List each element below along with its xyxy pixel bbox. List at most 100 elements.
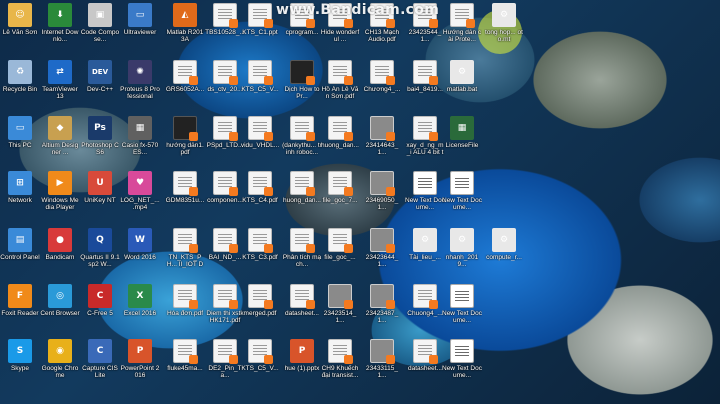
desktop-icon[interactable]: ⬇ Internet Downlo... (40, 0, 80, 57)
powerpoint-icon: P (128, 339, 152, 363)
desktop-icon[interactable]: DE2_Pin_Ta... (205, 336, 245, 393)
desktop-icon[interactable]: DEV Dev-C++ (80, 57, 120, 114)
desktop-icon-label: 23423487_1... (365, 310, 399, 324)
desktop-icon[interactable]: ♻ Recycle Bin (0, 57, 40, 114)
desktop-icon[interactable]: KTS_C5_V... (240, 57, 280, 114)
desktop-icon[interactable]: ☺ Lê Văn Sơn (0, 0, 40, 57)
desktop-icon[interactable]: ▭ Ultraviewer (120, 0, 160, 57)
proteus-icon: ✺ (128, 60, 152, 84)
desktop-icon[interactable]: file_goc_7... (320, 168, 360, 225)
desktop-icon[interactable]: Ps Photoshop CS6 (80, 113, 120, 170)
desktop-icon[interactable]: datasheet... (405, 336, 445, 393)
desktop-icon-label: New Text Docume... (442, 310, 482, 324)
desktop-icon[interactable]: P PowerPoint 2016 (120, 336, 160, 393)
desktop-icon[interactable]: ⚙ nhanh_2019... (442, 225, 482, 282)
desktop-icon[interactable]: F Foxit Reader (0, 281, 40, 338)
desktop-icon[interactable]: Q Quartus II 9.1sp2 W... (80, 225, 120, 282)
desktop-icon[interactable]: vidu_VHDL... (240, 113, 280, 170)
desktop-icon[interactable]: KTS_C4.pdf (240, 168, 280, 225)
desktop-icon[interactable]: W Word 2016 (120, 225, 160, 282)
desktop-icon[interactable]: Chương4_... (362, 57, 402, 114)
desktop-icon[interactable]: CH9 Khuếch đại transist... (320, 336, 360, 393)
desktop-icon[interactable]: KTS_C3.pdf (240, 225, 280, 282)
desktop-icon[interactable]: KTS_C1.ppt (240, 0, 280, 57)
desktop-icon[interactable]: ▤ Control Panel (0, 225, 40, 282)
desktop-icon[interactable]: componen... (205, 168, 245, 225)
desktop-icon[interactable]: Chuong4_... (405, 281, 445, 338)
desktop-icon[interactable]: Hướng dẫn cài Prote... (442, 0, 482, 57)
desktop-icon[interactable]: ▦ LicenseFile (442, 113, 482, 170)
desktop-icon[interactable]: bai4_8419... (405, 57, 445, 114)
desktop-icon-label: Photoshop CS6 (81, 142, 119, 156)
desktop-icon-label: Word 2016 (124, 254, 156, 261)
desktop-icon[interactable]: ⊞ Network (0, 168, 40, 225)
desktop-icon[interactable]: hướng dẫn1.pdf (165, 113, 205, 170)
desktop-icon[interactable]: ● Bandicam (40, 225, 80, 282)
desktop-icon-label: 23423644_1... (365, 254, 399, 268)
desktop-icon[interactable]: New Text Docume... (442, 168, 482, 225)
desktop-icon[interactable]: ◎ Cent Browser (40, 281, 80, 338)
desktop-icon[interactable]: KTS_C5_V... (240, 336, 280, 393)
desktop-icon[interactable]: 23433115_1... (362, 336, 402, 393)
desktop-icon-label: 23423544_1... (408, 29, 442, 43)
desktop-icon[interactable]: 23423644_1... (362, 225, 402, 282)
pdf-doc-icon (213, 339, 238, 364)
desktop-icon[interactable]: ▦ Casio fx-570ES... (120, 113, 160, 170)
desktop-icon[interactable]: S Skype (0, 336, 40, 393)
desktop-icon[interactable]: GRS6052A... (165, 57, 205, 114)
desktop-icon[interactable]: ⚙ matlab.bat (442, 57, 482, 114)
desktop-icon[interactable]: ▶ Windows Media Player (40, 168, 80, 225)
desktop-icon[interactable]: GDM8351u... (165, 168, 205, 225)
desktop-icon[interactable]: BAI_ND_... (205, 225, 245, 282)
desktop-icon[interactable]: ◭ Matlab R2013A (165, 0, 205, 57)
desktop-icon[interactable]: Dịch How to Pr... (282, 57, 322, 114)
desktop-icon[interactable]: Diem thi xstk HK171.pdf (205, 281, 245, 338)
desktop-icon[interactable]: 23423487_1... (362, 281, 402, 338)
desktop-icon[interactable]: New Text Docume... (442, 336, 482, 393)
desktop-icon[interactable]: cprogram... (282, 0, 322, 57)
desktop-icon[interactable]: Hide wonderful ... (320, 0, 360, 57)
desktop-icon[interactable]: 23423544_1... (405, 0, 445, 57)
desktop-icon[interactable]: ✺ Proteus 8 Professional (120, 57, 160, 114)
desktop-icon[interactable]: ♥ LOG_NET_... .mp4 (120, 168, 160, 225)
desktop-icon[interactable]: ds_ctv_20... (205, 57, 245, 114)
desktop-icon[interactable]: ⚙ tong hop... oto.mt (484, 0, 524, 57)
desktop-icon[interactable]: 23423514_1... (320, 281, 360, 338)
text-document-icon (413, 171, 437, 195)
desktop-icon[interactable]: New Text Docume... (442, 281, 482, 338)
desktop-icon[interactable]: merged.pdf (240, 281, 280, 338)
desktop-icon[interactable]: (dankythu... trinh roboc... (282, 113, 322, 170)
desktop-icon[interactable]: TBS10528_... (205, 0, 245, 57)
desktop-icon[interactable]: huong_dan... (320, 113, 360, 170)
unikey-icon: U (88, 171, 112, 195)
desktop-icon[interactable]: xay_d_ng_m_i ALU 4 bit th... (405, 113, 445, 170)
desktop-icon[interactable]: 23414643_1... (362, 113, 402, 170)
desktop-icon[interactable]: ⚙ Tài_lieu_... (405, 225, 445, 282)
desktop-icon[interactable]: U UniKey NT (80, 168, 120, 225)
desktop-icon[interactable]: PSpd_LTD... (205, 113, 245, 170)
desktop-icon[interactable]: ⚙ compute_r... (484, 225, 524, 282)
desktop-icon[interactable]: X Excel 2016 (120, 281, 160, 338)
desktop-icon-label: Code Compose... (80, 29, 120, 43)
desktop-icon[interactable]: huong_dan... (282, 168, 322, 225)
desktop-icon[interactable]: TN_KTS_PH... II_IOT DE2... (165, 225, 205, 282)
desktop-icon[interactable]: 23469050_1... (362, 168, 402, 225)
desktop-icon[interactable]: C C-Free 5 (80, 281, 120, 338)
desktop-icon[interactable]: ▣ Code Compose... (80, 0, 120, 57)
desktop-icon[interactable]: Phân tích mạch... (282, 225, 322, 282)
desktop-icon[interactable]: ⇄ TeamViewer 13 (40, 57, 80, 114)
desktop-icon[interactable]: New Text Docume... (405, 168, 445, 225)
desktop-icon[interactable]: fluke45ma... (165, 336, 205, 393)
desktop-icon[interactable]: file_goc_... (320, 225, 360, 282)
desktop-icon[interactable]: C Capture CIS Lite (80, 336, 120, 393)
desktop-icon[interactable]: CH13 Mạch Audio.pdf (362, 0, 402, 57)
desktop-icon[interactable]: datasheet... (282, 281, 322, 338)
desktop[interactable]: ☺ Lê Văn Sơn ⬇ Internet Downlo... ▣ Code Comp… (0, 0, 720, 404)
desktop-icon[interactable]: ◆ Altium Designer ... (40, 113, 80, 170)
desktop-icon[interactable]: Phue (1).pptx (282, 336, 322, 393)
desktop-icon[interactable]: Hồ Án Lê Văn Sơn.pdf (320, 57, 360, 114)
desktop-icon-label: xay_d_ng_m_i ALU 4 bit th... (406, 142, 444, 156)
desktop-icon[interactable]: ◉ Google Chrome (40, 336, 80, 393)
desktop-icon[interactable]: Hóa đơn.pdf (165, 281, 205, 338)
desktop-icon[interactable]: ▭ This PC (0, 113, 40, 170)
